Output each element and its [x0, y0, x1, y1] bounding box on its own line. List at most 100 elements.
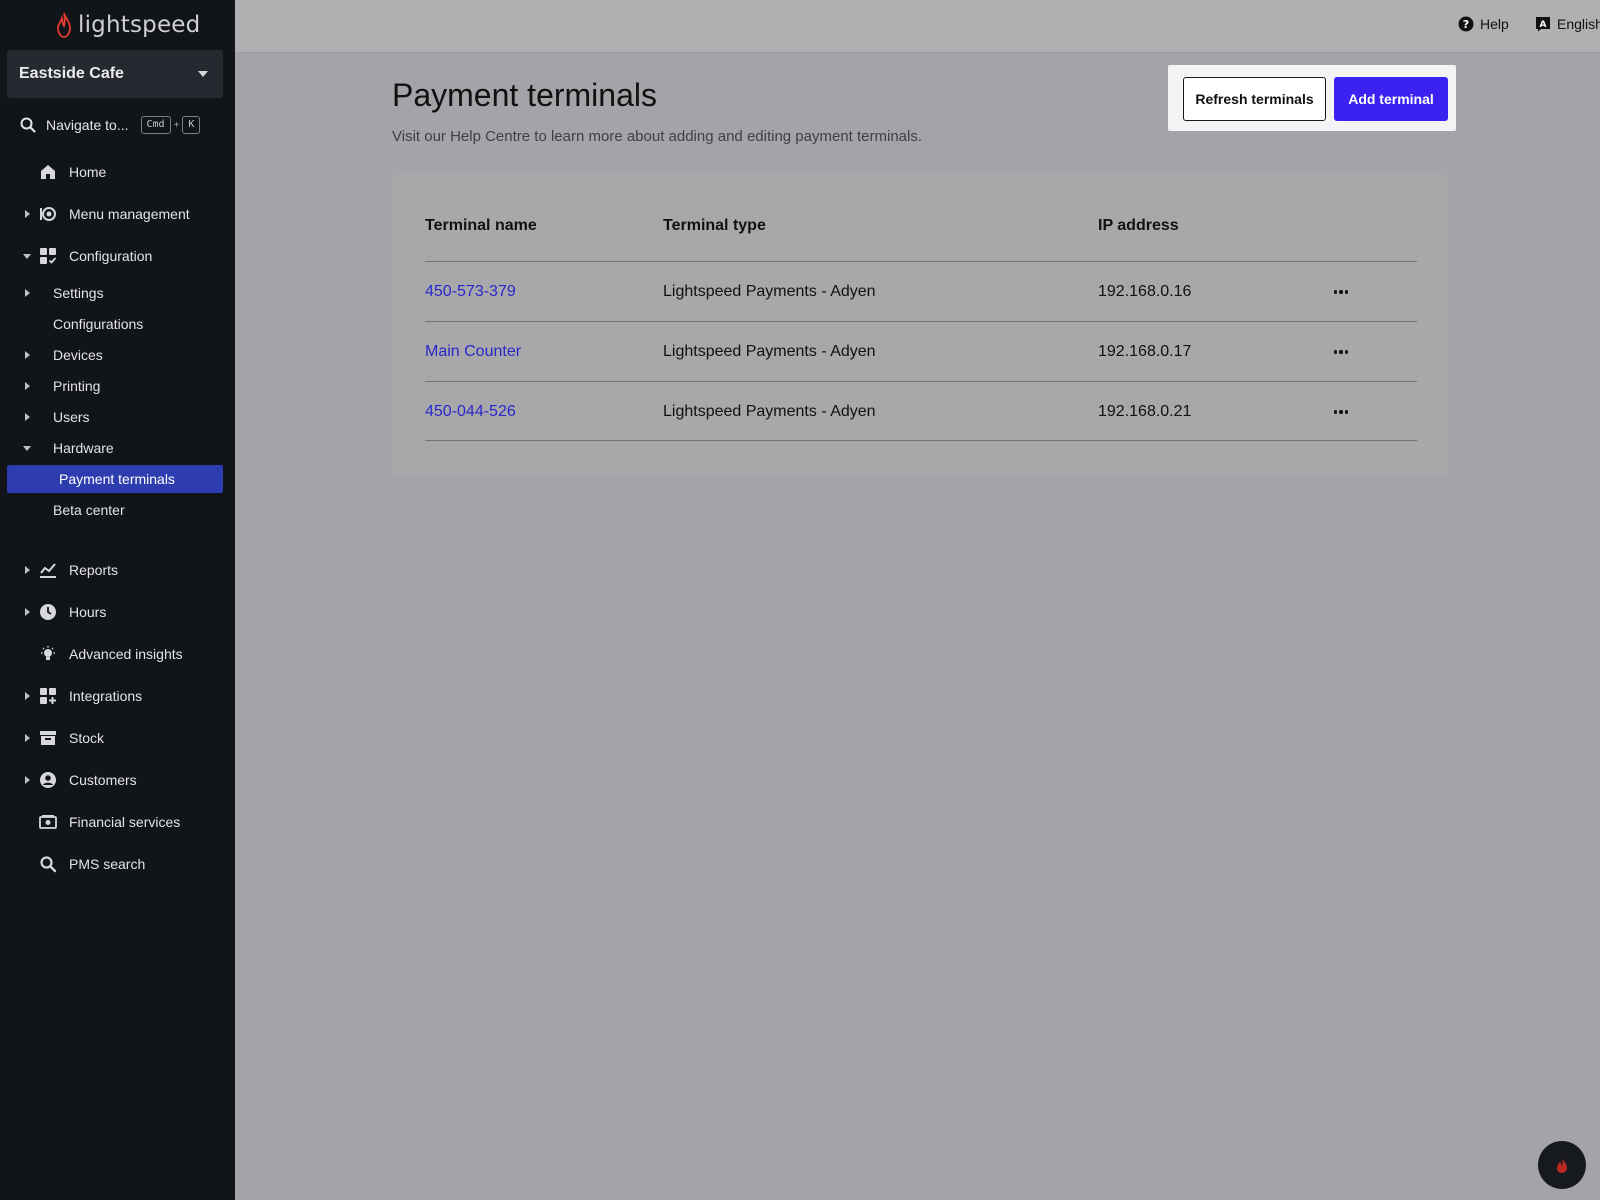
svg-text:A: A: [1540, 20, 1547, 30]
sidebar-item-configurations[interactable]: Configurations: [0, 310, 235, 338]
sidebar-item-label: Menu management: [69, 206, 190, 222]
terminal-type: Lightspeed Payments - Adyen: [663, 343, 876, 360]
sidebar-item-label: Advanced insights: [69, 646, 183, 662]
flame-icon: [1557, 1157, 1567, 1173]
stock-icon: [39, 729, 57, 747]
sidebar-item-devices[interactable]: Devices: [0, 341, 235, 369]
sidebar-item-reports[interactable]: Reports: [0, 555, 235, 585]
chevron-right-icon: [22, 607, 32, 617]
sidebar-item-payment-terminals[interactable]: Payment terminals: [7, 465, 223, 493]
page-title: Payment terminals: [392, 77, 657, 113]
logo-text: lightspeed: [78, 12, 201, 38]
caret-down-icon: [198, 71, 208, 77]
ip-address: 192.168.0.17: [1098, 343, 1192, 360]
sidebar-item-hours[interactable]: Hours: [0, 597, 235, 627]
sidebar-item-stock[interactable]: Stock: [0, 723, 235, 753]
more-options-icon[interactable]: [1329, 402, 1353, 422]
navigate-label: Navigate to...: [46, 117, 129, 133]
chevron-right-icon: [22, 775, 32, 785]
chevron-right-icon: [22, 288, 32, 298]
sidebar-item-label: Settings: [53, 285, 104, 301]
help-icon: ?: [1458, 16, 1474, 32]
store-name: Eastside Cafe: [19, 65, 124, 82]
more-options-icon[interactable]: [1329, 342, 1353, 362]
sidebar-item-label: Customers: [69, 772, 137, 788]
sidebar-item-printing[interactable]: Printing: [0, 372, 235, 400]
lightspeed-logo[interactable]: lightspeed: [56, 8, 200, 42]
sidebar-item-label: Configuration: [69, 248, 153, 264]
header-actions: Refresh terminals Add terminal: [1168, 65, 1456, 131]
sidebar-item-pms-search[interactable]: PMS search: [0, 849, 235, 879]
search-icon: [39, 855, 57, 873]
sidebar-item-label: Printing: [53, 378, 101, 394]
help-button[interactable]: ? Help: [1458, 16, 1509, 32]
reports-icon: [39, 561, 57, 579]
sidebar-item-financial-services[interactable]: Financial services: [0, 807, 235, 837]
terminal-name-link[interactable]: 450-044-526: [425, 403, 516, 421]
column-header-ip-address: IP address: [1098, 217, 1179, 234]
column-header-terminal-name: Terminal name: [425, 217, 537, 234]
sidebar-item-integrations[interactable]: Integrations: [0, 681, 235, 711]
sidebar-item-label: Financial services: [69, 814, 181, 830]
chevron-down-icon: [22, 251, 32, 261]
home-icon: [39, 163, 57, 181]
financial-services-icon: [39, 813, 57, 831]
ip-address: 192.168.0.21: [1098, 403, 1192, 420]
chevron-right-icon: [22, 350, 32, 360]
customer-icon: [39, 771, 57, 789]
sidebar-item-configuration[interactable]: Configuration: [0, 241, 235, 271]
sidebar-item-settings[interactable]: Settings: [0, 279, 235, 307]
sidebar-item-label: Integrations: [69, 688, 143, 704]
help-label: Help: [1480, 16, 1509, 32]
chevron-right-icon: [22, 565, 32, 575]
terminals-table: Terminal name Terminal type IP address 4…: [392, 173, 1448, 476]
refresh-terminals-button[interactable]: Refresh terminals: [1183, 77, 1326, 121]
support-chat-button[interactable]: [1538, 1141, 1586, 1189]
column-header-terminal-type: Terminal type: [663, 217, 766, 234]
top-bar: ? Help A English: [235, 0, 1600, 53]
terminal-name-link[interactable]: 450-573-379: [425, 283, 516, 301]
sidebar-item-label: Payment terminals: [59, 471, 175, 487]
chevron-right-icon: [22, 381, 32, 391]
terminal-type: Lightspeed Payments - Adyen: [663, 283, 876, 300]
ip-address: 192.168.0.16: [1098, 283, 1192, 300]
table-row: 450-044-526 Lightspeed Payments - Adyen …: [425, 381, 1417, 441]
add-terminal-button[interactable]: Add terminal: [1334, 77, 1448, 121]
sidebar-item-home[interactable]: Home: [0, 157, 235, 187]
sidebar-item-label: Users: [53, 409, 90, 425]
sidebar-item-label: Hours: [69, 604, 107, 620]
more-options-icon[interactable]: [1329, 282, 1353, 302]
language-label: English: [1557, 16, 1600, 32]
language-selector[interactable]: A English: [1535, 16, 1600, 32]
lightbulb-icon: [39, 645, 57, 663]
svg-text:?: ?: [1463, 18, 1469, 31]
chevron-down-icon: [22, 443, 32, 453]
sidebar-item-users[interactable]: Users: [0, 403, 235, 431]
sidebar-item-customers[interactable]: Customers: [0, 765, 235, 795]
flame-icon: [57, 12, 71, 38]
search-icon: [20, 117, 36, 133]
navigate-search[interactable]: Navigate to... Cmd + K: [20, 112, 201, 138]
integrations-icon: [39, 687, 57, 705]
sidebar-item-label: Devices: [53, 347, 103, 363]
chevron-right-icon: [22, 412, 32, 422]
sidebar-item-label: Hardware: [53, 440, 114, 456]
sidebar-item-label: Stock: [69, 730, 105, 746]
terminal-name-link[interactable]: Main Counter: [425, 343, 521, 361]
sidebar-item-advanced-insights[interactable]: Advanced insights: [0, 639, 235, 669]
language-icon: A: [1536, 17, 1550, 32]
terminal-type: Lightspeed Payments - Adyen: [663, 403, 876, 420]
chevron-right-icon: [22, 691, 32, 701]
chevron-right-icon: [22, 209, 32, 219]
sidebar-item-menu-management[interactable]: Menu management: [0, 199, 235, 229]
table-row: 450-573-379 Lightspeed Payments - Adyen …: [425, 261, 1417, 321]
page-subtitle: Visit our Help Centre to learn more abou…: [392, 128, 923, 145]
sidebar-item-label: Reports: [69, 562, 119, 578]
store-selector[interactable]: Eastside Cafe: [7, 50, 223, 98]
sidebar-item-label: PMS search: [69, 856, 146, 872]
sidebar-item-beta-center[interactable]: Beta center: [0, 496, 235, 524]
sidebar: lightspeed Eastside Cafe Navigate to... …: [0, 0, 235, 1200]
sidebar-item-label: Configurations: [53, 316, 144, 332]
sidebar-item-hardware[interactable]: Hardware: [0, 434, 235, 462]
configuration-icon: [39, 247, 57, 265]
